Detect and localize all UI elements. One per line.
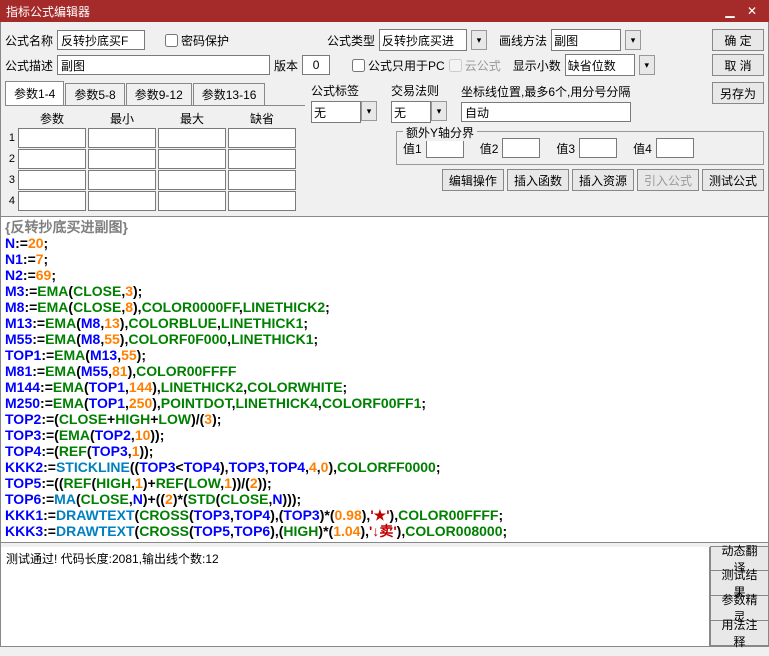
val1-input[interactable] — [426, 138, 464, 158]
insert-res-button[interactable]: 插入资源 — [572, 169, 634, 191]
tab-params-13-16[interactable]: 参数13-16 — [193, 83, 266, 105]
param-input[interactable] — [88, 128, 156, 148]
cloud-formula-checkbox: 云公式 — [449, 57, 501, 74]
top-panel: 公式名称 密码保护 公式类型 反转抄底买进▾ 画线方法 副图▾ 确 定 公式描述… — [0, 22, 769, 217]
titlebar: 指标公式编辑器 ▁ ✕ — [0, 0, 769, 22]
param-row: 2 — [5, 149, 305, 169]
close-button[interactable]: ✕ — [741, 4, 763, 18]
code-line: M55:=EMA(M8,55),COLORF0F000,LINETHICK1; — [5, 331, 764, 347]
pc-only-checkbox[interactable]: 公式只用于PC — [352, 57, 445, 74]
param-row: 3 — [5, 170, 305, 190]
ok-button[interactable]: 确 定 — [712, 29, 764, 51]
param-input[interactable] — [18, 128, 86, 148]
formula-type-label: 公式类型 — [327, 32, 375, 49]
param-input[interactable] — [158, 191, 226, 211]
param-input[interactable] — [158, 128, 226, 148]
code-line: TOP2:=(CLOSE+HIGH+LOW)/(3); — [5, 411, 764, 427]
code-line: N:=20; — [5, 235, 764, 251]
val2-input[interactable] — [502, 138, 540, 158]
code-line: M144:=EMA(TOP1,144),LINETHICK2,COLORWHIT… — [5, 379, 764, 395]
param-row: 4 — [5, 191, 305, 211]
val3-input[interactable] — [579, 138, 617, 158]
param-input[interactable] — [18, 149, 86, 169]
param-input[interactable] — [228, 128, 296, 148]
show-decimal-select[interactable]: 缺省位数 — [565, 54, 635, 76]
import-formula-button[interactable]: 引入公式 — [637, 169, 699, 191]
saveas-button[interactable]: 另存为 — [712, 82, 764, 104]
draw-method-label: 画线方法 — [499, 32, 547, 49]
version-label: 版本 — [274, 57, 298, 74]
formula-type-select[interactable]: 反转抄底买进 — [379, 29, 467, 51]
status-message: 测试通过! 代码长度:2081,输出线个数:12 — [1, 547, 710, 646]
param-input[interactable] — [18, 170, 86, 190]
code-line: M13:=EMA(M8,13),COLORBLUE,LINETHICK1; — [5, 315, 764, 331]
tab-params-5-8[interactable]: 参数5-8 — [65, 83, 124, 105]
dropdown-icon[interactable]: ▾ — [639, 55, 655, 75]
coord-input[interactable] — [461, 102, 631, 122]
show-decimal-label: 显示小数 — [513, 57, 561, 74]
code-line: KKK1:=DRAWTEXT(CROSS(TOP3,TOP4),(TOP3)*(… — [5, 507, 764, 523]
coord-hint-label: 坐标线位置,最多6个,用分号分隔 — [461, 83, 708, 100]
test-formula-button[interactable]: 测试公式 — [702, 169, 764, 191]
formula-desc-label: 公式描述 — [5, 57, 53, 74]
param-input[interactable] — [158, 170, 226, 190]
insert-func-button[interactable]: 插入函数 — [507, 169, 569, 191]
password-protect-checkbox[interactable]: 密码保护 — [165, 32, 229, 49]
formula-label-select[interactable]: 无 — [311, 101, 361, 123]
usage-note-button[interactable]: 用法注释 — [710, 621, 768, 646]
formula-name-label: 公式名称 — [5, 32, 53, 49]
dropdown-icon[interactable]: ▾ — [361, 101, 377, 121]
code-line: M250:=EMA(TOP1,250),POINTDOT,LINETHICK4,… — [5, 395, 764, 411]
edit-op-button[interactable]: 编辑操作 — [442, 169, 504, 191]
val4-input[interactable] — [656, 138, 694, 158]
side-buttons: 动态翻译 测试结果 参数精灵 用法注释 — [710, 547, 768, 646]
code-line: N1:=7; — [5, 251, 764, 267]
param-input[interactable] — [158, 149, 226, 169]
param-input[interactable] — [88, 170, 156, 190]
dropdown-icon[interactable]: ▾ — [625, 30, 641, 50]
param-grid: 参数 最小 最大 缺省 1 2 3 4 — [5, 109, 305, 211]
code-line: M81:=EMA(M55,81),COLOR00FFFF — [5, 363, 764, 379]
code-line: KKK2:=STICKLINE((TOP3<TOP4),TOP3,TOP4,4,… — [5, 459, 764, 475]
tab-params-9-12[interactable]: 参数9-12 — [126, 83, 192, 105]
param-tabs: 参数1-4 参数5-8 参数9-12 参数13-16 — [5, 81, 305, 106]
code-line: TOP5:=((REF(HIGH,1)+REF(LOW,1))/(2)); — [5, 475, 764, 491]
param-input[interactable] — [88, 191, 156, 211]
code-line: TOP3:=(EMA(TOP2,10)); — [5, 427, 764, 443]
param-row: 1 — [5, 128, 305, 148]
window-title: 指标公式编辑器 — [6, 3, 719, 20]
code-line: TOP6:=MA(CLOSE,N)+((2)*(STD(CLOSE,N))); — [5, 491, 764, 507]
bottom-panel: 测试通过! 代码长度:2081,输出线个数:12 动态翻译 测试结果 参数精灵 … — [0, 547, 769, 647]
version-input[interactable] — [302, 55, 330, 75]
tab-params-1-4[interactable]: 参数1-4 — [5, 81, 64, 105]
code-line: N2:=69; — [5, 267, 764, 283]
param-input[interactable] — [228, 149, 296, 169]
formula-label-label: 公式标签 — [311, 82, 377, 99]
trade-rule-select[interactable]: 无 — [391, 101, 431, 123]
code-line: M3:=EMA(CLOSE,3); — [5, 283, 764, 299]
minimize-button[interactable]: ▁ — [719, 4, 741, 18]
formula-desc-input[interactable] — [57, 55, 270, 75]
trade-rule-label: 交易法则 — [391, 82, 447, 99]
param-input[interactable] — [228, 191, 296, 211]
code-line: {反转抄底买进副图} — [5, 219, 764, 235]
code-line: M8:=EMA(CLOSE,8),COLOR0000FF,LINETHICK2; — [5, 299, 764, 315]
cancel-button[interactable]: 取 消 — [712, 54, 764, 76]
param-input[interactable] — [18, 191, 86, 211]
code-line: KKK3:=DRAWTEXT(CROSS(TOP5,TOP6),(HIGH)*(… — [5, 523, 764, 539]
formula-name-input[interactable] — [57, 30, 145, 50]
code-line: TOP1:=EMA(M13,55); — [5, 347, 764, 363]
dropdown-icon[interactable]: ▾ — [471, 30, 487, 50]
code-editor[interactable]: {反转抄底买进副图} N:=20; N1:=7; N2:=69; M3:=EMA… — [0, 217, 769, 543]
dropdown-icon[interactable]: ▾ — [431, 101, 447, 121]
param-input[interactable] — [88, 149, 156, 169]
param-input[interactable] — [228, 170, 296, 190]
code-line: TOP4:=(REF(TOP3,1)); — [5, 443, 764, 459]
extra-y-legend: 额外Y轴分界 — [403, 124, 477, 141]
draw-method-select[interactable]: 副图 — [551, 29, 621, 51]
